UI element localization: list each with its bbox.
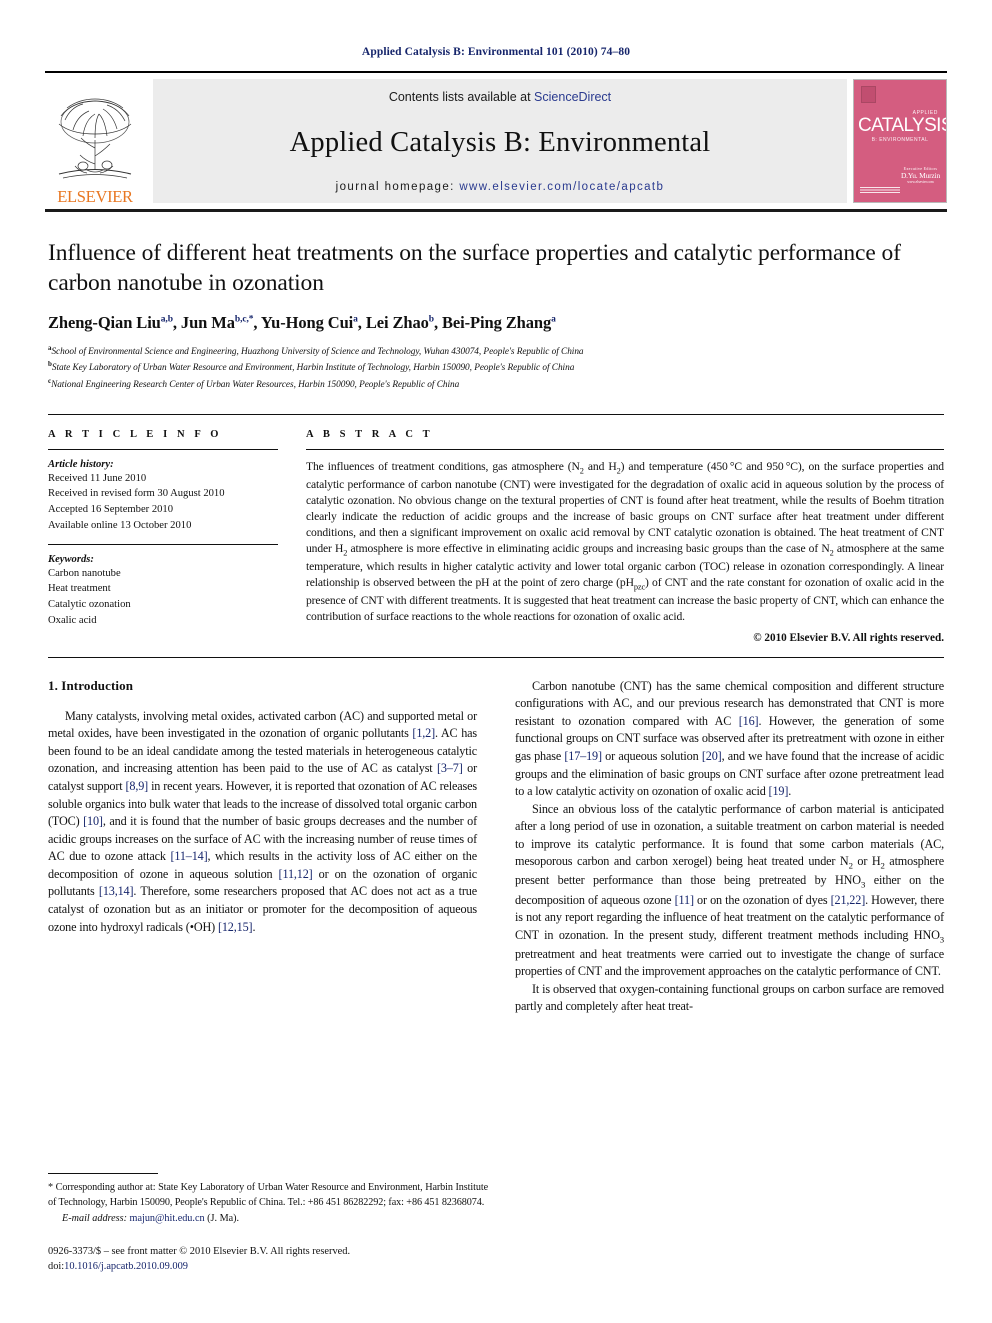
divider xyxy=(48,543,278,545)
section-title-introduction: 1. Introduction xyxy=(48,677,134,693)
article-title: Influence of different heat treatments o… xyxy=(48,240,901,297)
cover-titles: APPLIED CATALYSIS B: ENVIRONMENTAL xyxy=(858,110,947,143)
elsevier-wordmark: ELSEVIER xyxy=(57,186,133,206)
contents-prefix: Contents lists available at xyxy=(388,90,535,104)
journal-homepage-link[interactable]: www.elsevier.com/locate/apcatb xyxy=(459,181,664,193)
cover-subtitle-text: B: ENVIRONMENTAL xyxy=(871,137,929,143)
history-item: Accepted 16 September 2010 xyxy=(48,504,174,516)
journal-cover-thumbnail[interactable]: APPLIED CATALYSIS B: ENVIRONMENTAL Execu… xyxy=(853,79,947,203)
paragraph: Since an obvious loss of the catalytic p… xyxy=(515,801,944,979)
doi-link[interactable]: 10.1016/j.apcatb.2010.09.009 xyxy=(64,1261,188,1272)
affiliation-text: National Engineering Research Center of … xyxy=(51,379,460,390)
corresponding-author-note: * Corresponding author at: State Key Lab… xyxy=(48,1182,488,1208)
cover-logo-box xyxy=(861,86,876,103)
article-info-column: A R T I C L E I N F O Article history: R… xyxy=(48,429,278,644)
keyword-item: Oxalic acid xyxy=(48,614,97,626)
doi-line: doi:10.1016/j.apcatb.2010.09.009 xyxy=(48,1259,488,1275)
email-label: E-mail address: xyxy=(62,1212,127,1224)
issn-doi-block: 0926-3373/$ – see front matter © 2010 El… xyxy=(48,1244,488,1275)
journal-banner: Contents lists available at ScienceDirec… xyxy=(153,79,847,203)
body-right-column: Carbon nanotube (CNT) has the same chemi… xyxy=(515,678,944,1016)
article-history-heading: Article history: xyxy=(48,458,114,470)
cover-editor-name: D.Yu. Murzin xyxy=(900,171,940,180)
running-head: Applied Catalysis B: Environmental 101 (… xyxy=(361,46,631,58)
paragraph: Carbon nanotube (CNT) has the same chemi… xyxy=(515,678,944,799)
email-suffix: (J. Ma). xyxy=(207,1212,240,1224)
affiliation-item: cNational Engineering Research Center of… xyxy=(48,376,944,392)
paragraph: It is observed that oxygen-containing fu… xyxy=(515,981,944,1014)
contents-available-line: Contents lists available at ScienceDirec… xyxy=(389,90,611,104)
cover-barcode xyxy=(860,187,900,194)
affiliation-text: State Key Laboratory of Urban Water Reso… xyxy=(51,363,575,374)
journal-masthead: ELSEVIER Contents lists available at Sci… xyxy=(45,71,947,212)
cover-catalysis-text: CATALYSIS xyxy=(858,115,947,136)
paragraph: Many catalysts, involving metal oxides, … xyxy=(48,708,478,934)
email-link[interactable]: majun@hit.edu.cn xyxy=(130,1213,205,1224)
body-columns: 1. Introduction Many catalysts, involvin… xyxy=(48,678,944,1016)
abstract-column: A B S T R A C T The influences of treatm… xyxy=(306,429,944,644)
affiliation-item: aSchool of Environmental Science and Eng… xyxy=(48,343,944,359)
affiliation-text: School of Environmental Science and Engi… xyxy=(51,347,584,358)
homepage-prefix: journal homepage: xyxy=(335,181,460,193)
email-note: E-mail address: majun@hit.edu.cn (J. Ma)… xyxy=(48,1213,488,1224)
doi-prefix: doi: xyxy=(48,1261,65,1273)
footnote-block: * Corresponding author at: State Key Lab… xyxy=(48,1173,488,1275)
keyword-item: Catalytic ozonation xyxy=(48,598,131,610)
cover-applied-text: APPLIED xyxy=(912,110,938,116)
keywords-heading: Keywords: xyxy=(48,553,94,565)
info-abstract-section: A R T I C L E I N F O Article history: R… xyxy=(48,413,944,644)
cover-editor-block: Executive Editors D.Yu. Murzin www.elsev… xyxy=(901,166,940,184)
body-left-column: 1. Introduction Many catalysts, involvin… xyxy=(48,678,477,1016)
affiliation-list: aSchool of Environmental Science and Eng… xyxy=(48,343,944,392)
title-block: Influence of different heat treatments o… xyxy=(48,238,944,392)
article-page: Applied Catalysis B: Environmental 101 (… xyxy=(0,0,992,1323)
abstract-heading: A B S T R A C T xyxy=(306,428,434,440)
elsevier-logo: ELSEVIER xyxy=(45,76,145,207)
history-item: Received 11 June 2010 xyxy=(48,472,147,484)
divider xyxy=(48,656,944,658)
issn-line: 0926-3373/$ – see front matter © 2010 El… xyxy=(48,1245,351,1257)
keyword-item: Carbon nanotube xyxy=(48,567,121,579)
history-item: Available online 13 October 2010 xyxy=(48,519,192,531)
sciencedirect-link[interactable]: ScienceDirect xyxy=(534,90,611,104)
cover-editor-sub: www.elsevier.com xyxy=(907,180,934,184)
keyword-item: Heat treatment xyxy=(48,583,111,595)
article-info-heading: A R T I C L E I N F O xyxy=(48,428,223,440)
affiliation-item: bState Key Laboratory of Urban Water Res… xyxy=(48,359,944,375)
elsevier-tree-icon xyxy=(58,98,132,178)
divider xyxy=(48,448,278,450)
abstract-copyright: © 2010 Elsevier B.V. All rights reserved… xyxy=(753,631,944,644)
journal-homepage-line: journal homepage: www.elsevier.com/locat… xyxy=(336,181,665,193)
divider xyxy=(306,448,944,450)
history-item: Received in revised form 30 August 2010 xyxy=(48,488,225,500)
abstract-body: The influences of treatment conditions, … xyxy=(306,459,944,623)
author-list: Zheng-Qian Liua,b, Jun Mab,c,*, Yu-Hong … xyxy=(48,313,556,333)
footnote-divider xyxy=(48,1173,158,1175)
journal-title: Applied Catalysis B: Environmental xyxy=(289,126,711,158)
